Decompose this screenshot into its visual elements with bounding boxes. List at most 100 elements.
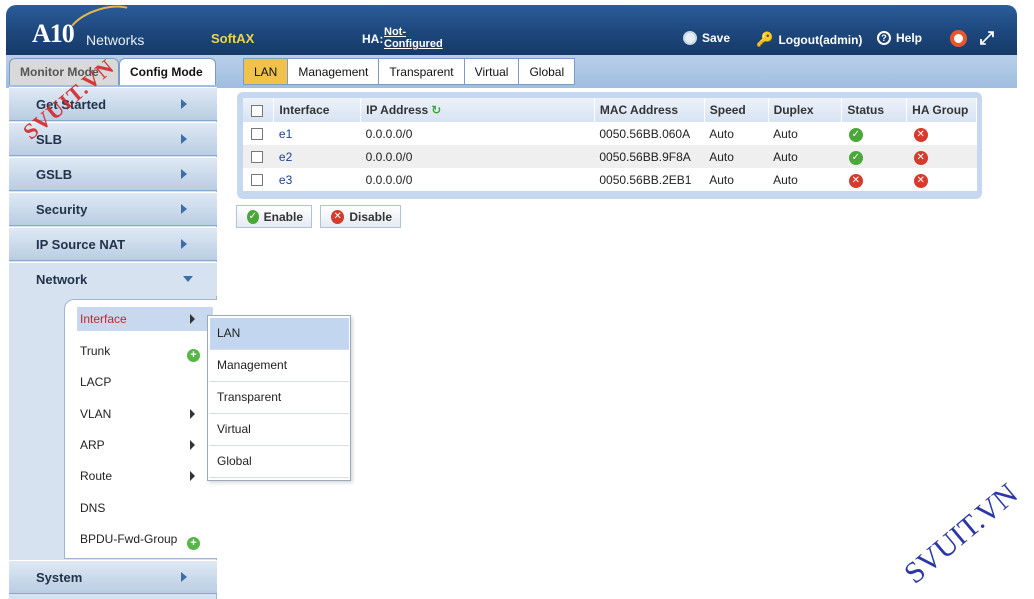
interface-link[interactable]: e1 <box>279 127 292 141</box>
cell-interface: e3 <box>274 168 361 191</box>
ha-none-icon: ✕ <box>913 173 928 188</box>
tab-lan[interactable]: LAN <box>243 58 289 85</box>
help-button[interactable]: ? Help <box>877 31 922 45</box>
col-speed[interactable]: Speed <box>704 98 769 122</box>
support-lifebuoy-icon[interactable] <box>950 30 967 47</box>
expand-icon[interactable]: ⤢ <box>978 29 996 47</box>
flyout-item-virtual[interactable]: Virtual <box>210 414 349 446</box>
col-duplex[interactable]: Duplex <box>768 98 843 122</box>
save-button[interactable]: Save <box>683 31 730 45</box>
col-ha-group[interactable]: HA Group <box>906 98 977 122</box>
tab-config-mode[interactable]: Config Mode <box>119 58 216 85</box>
interface-table: Interface IP Address ↻ MAC Address Speed … <box>243 98 977 191</box>
table-row: e1 0.0.0.0/0 0050.56BB.060A Auto Auto ✓ … <box>243 122 977 145</box>
cell-interface: e1 <box>274 122 361 145</box>
sidebar-item-label: IP Source NAT <box>36 237 126 252</box>
refresh-icon[interactable]: ↻ <box>431 103 441 117</box>
sidebar-item-gslb[interactable]: GSLB <box>9 157 217 191</box>
interface-link[interactable]: e3 <box>279 173 292 187</box>
select-all-checkbox[interactable] <box>251 104 263 117</box>
cell-ha-group: ✕ <box>907 168 977 191</box>
sidebar-item-system[interactable]: System <box>9 560 217 594</box>
enable-label: Enable <box>263 209 303 224</box>
submenu-item-vlan[interactable]: VLAN <box>77 402 213 426</box>
chevron-right-icon <box>190 409 195 419</box>
cell-status: ✓ <box>842 122 907 145</box>
submenu-item-trunk[interactable]: Trunk + <box>77 339 213 363</box>
cell-ip: 0.0.0.0/0 <box>365 126 413 141</box>
ha-none-icon: ✕ <box>913 150 928 165</box>
chevron-right-icon <box>190 471 195 481</box>
chevron-right-icon <box>190 440 195 450</box>
submenu-item-dns[interactable]: DNS <box>77 496 213 520</box>
help-label: Help <box>896 31 923 45</box>
cell-ip: 0.0.0.0/0 <box>360 145 595 168</box>
tab-transparent[interactable]: Transparent <box>379 58 465 85</box>
sidebar-item-security[interactable]: Security <box>9 192 217 226</box>
help-icon: ? <box>877 31 891 45</box>
chevron-right-icon <box>181 572 187 582</box>
table-row: e3 0.0.0.0/0 0050.56BB.2EB1 Auto Auto ✕ … <box>243 168 977 191</box>
cell-ip: 0.0.0.0/0 <box>365 172 413 187</box>
cell-speed: Auto <box>709 172 734 187</box>
col-ip-address-label: IP Address <box>366 103 429 117</box>
cell-duplex: Auto <box>773 172 798 187</box>
add-icon[interactable]: + <box>187 349 200 362</box>
row-checkbox[interactable] <box>251 128 263 141</box>
cell-speed: Auto <box>704 145 769 168</box>
tab-global[interactable]: Global <box>519 58 576 85</box>
flyout-item-global[interactable]: Global <box>210 446 349 478</box>
sidebar-item-label: Security <box>36 202 88 217</box>
interface-flyout-menu: LAN Management Transparent Virtual Globa… <box>207 315 351 481</box>
logo-swoosh-icon <box>61 0 145 57</box>
submenu-item-interface[interactable]: Interface <box>77 307 213 331</box>
cell-duplex: Auto <box>773 126 798 141</box>
cell-ha-group: ✕ <box>906 145 977 168</box>
col-interface[interactable]: Interface <box>273 98 362 122</box>
logout-button[interactable]: 🔑 Logout(admin) <box>756 31 862 48</box>
row-select-cell <box>243 122 274 145</box>
tab-virtual[interactable]: Virtual <box>464 58 520 85</box>
chevron-down-icon <box>183 276 193 282</box>
submenu-item-arp[interactable]: ARP <box>77 433 213 457</box>
sidebar: Get Started SLB GSLB Security IP Source … <box>9 87 217 599</box>
row-checkbox[interactable] <box>251 151 263 164</box>
col-status[interactable]: Status <box>841 98 908 122</box>
status-down-icon: ✕ <box>848 173 863 188</box>
submenu-item-route[interactable]: Route <box>77 464 213 488</box>
add-icon[interactable]: + <box>187 537 200 550</box>
cell-mac: 0050.56BB.060A <box>599 126 691 141</box>
disable-button[interactable]: ✕ Disable <box>320 205 401 228</box>
sidebar-item-network[interactable]: Network <box>9 262 217 296</box>
submenu-item-lacp[interactable]: LACP <box>77 370 213 394</box>
ha-status-link[interactable]: Not-Configured <box>384 26 446 50</box>
row-checkbox[interactable] <box>251 174 263 187</box>
flyout-item-label: Management <box>217 358 288 372</box>
submenu-item-label: Interface <box>80 312 127 326</box>
chevron-right-icon <box>181 169 187 179</box>
flyout-item-lan[interactable]: LAN <box>210 318 349 350</box>
top-header: A10 Networks SoftAX HA: Not-Configured S… <box>6 0 1017 57</box>
flyout-item-management[interactable]: Management <box>210 350 349 382</box>
status-up-icon: ✓ <box>848 150 863 165</box>
product-name: SoftAX <box>211 31 255 46</box>
submenu-item-label: DNS <box>80 501 106 515</box>
sidebar-item-ip-source-nat[interactable]: IP Source NAT <box>9 227 217 261</box>
flyout-item-transparent[interactable]: Transparent <box>210 382 349 414</box>
cell-status: ✕ <box>842 168 907 191</box>
interface-link[interactable]: e2 <box>279 150 292 164</box>
save-icon <box>683 31 697 45</box>
chevron-right-icon <box>190 314 195 324</box>
cell-duplex: Auto <box>768 145 842 168</box>
submenu-item-bpdu-fwd-group[interactable]: BPDU-Fwd-Group + <box>77 527 213 551</box>
tab-management[interactable]: Management <box>288 58 380 85</box>
cell-mac: 0050.56BB.9F8A <box>594 145 705 168</box>
flyout-item-label: Transparent <box>217 390 282 404</box>
col-mac-address[interactable]: MAC Address <box>594 98 705 122</box>
chevron-right-icon <box>181 134 187 144</box>
col-ip-address[interactable]: IP Address ↻ <box>360 98 595 122</box>
interface-table-frame: Interface IP Address ↻ MAC Address Speed … <box>237 92 982 199</box>
enable-button[interactable]: ✓ Enable <box>236 205 312 228</box>
table-header-row: Interface IP Address ↻ MAC Address Speed … <box>243 98 977 122</box>
sidebar-item-label: Network <box>36 272 88 287</box>
